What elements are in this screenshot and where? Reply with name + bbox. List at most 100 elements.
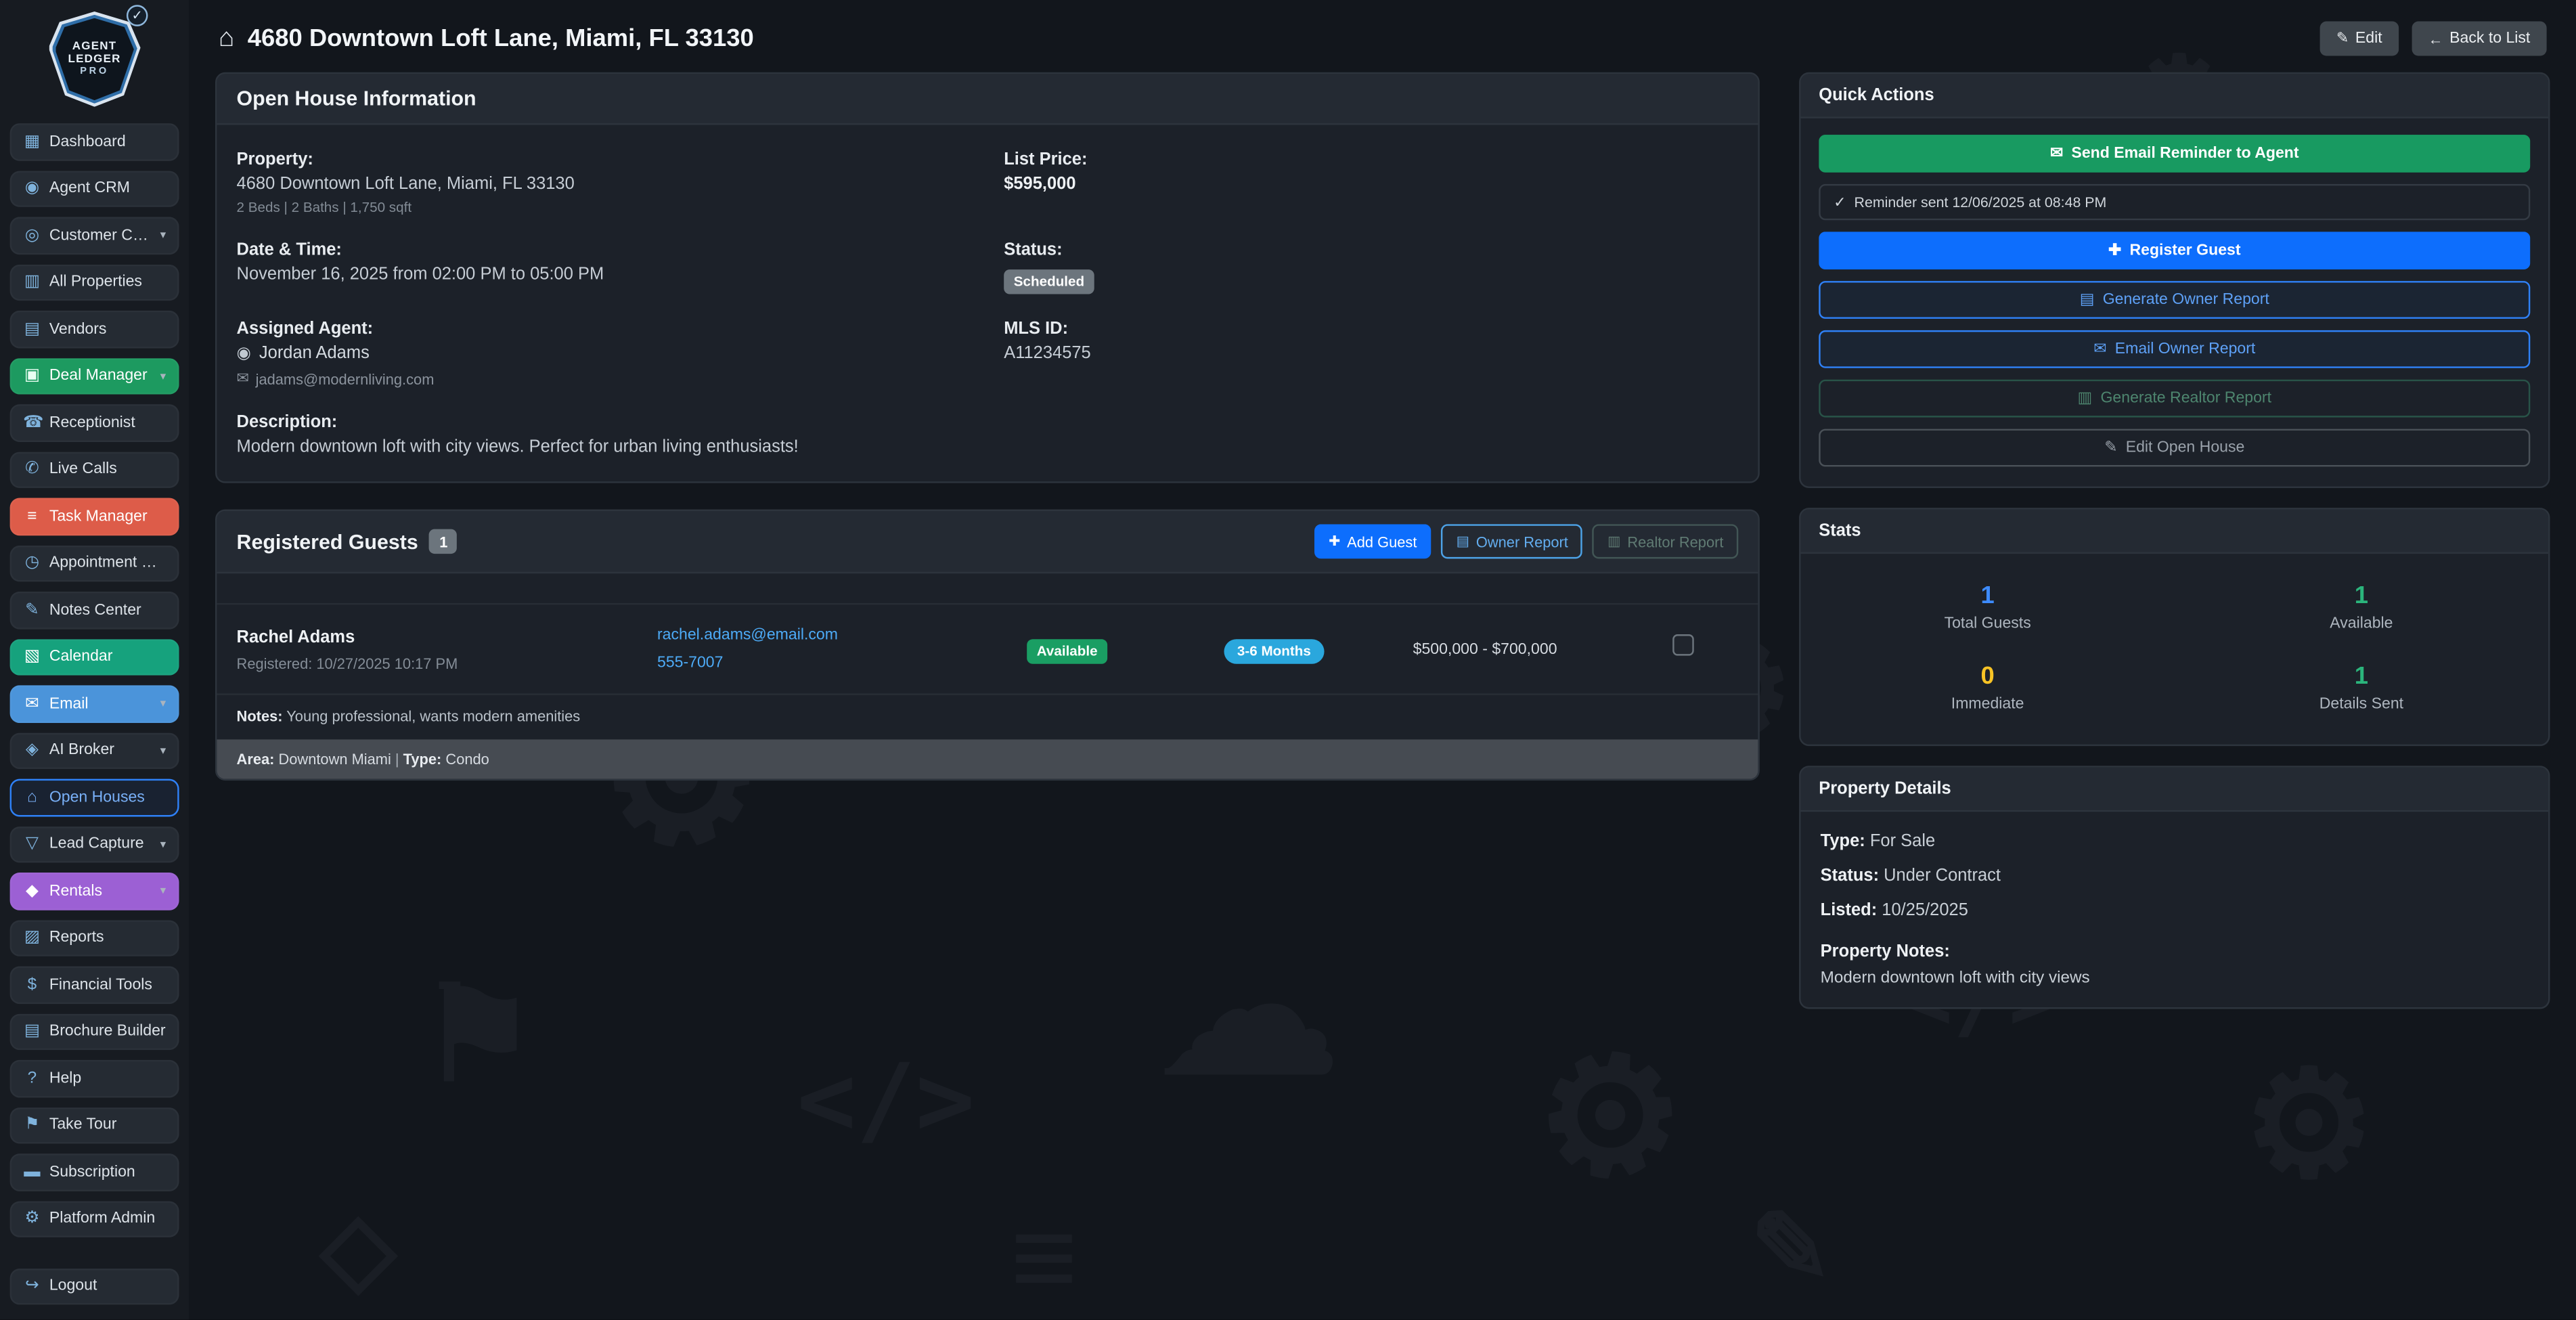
document-icon: ▤ (2080, 291, 2095, 309)
bell-icon: ✉ (2050, 145, 2063, 163)
edit-button[interactable]: ✎ Edit (2320, 22, 2399, 56)
sidebar-item-subscription[interactable]: ▬Subscription (10, 1153, 179, 1191)
field-label: Property: (237, 150, 971, 169)
sidebar-item-label: Rentals (49, 882, 152, 900)
chevron-down-icon: ▾ (160, 837, 166, 850)
person-plus-icon: ✚ (2108, 242, 2121, 260)
type-label: Type: (399, 751, 442, 767)
mls-block: MLS ID: A11234575 (1004, 319, 1738, 388)
field-label: Type: (1821, 831, 1865, 851)
guest-area-bar: Area: Downtown Miami | Type: Condo (217, 739, 1758, 778)
sidebar-item-calendar[interactable]: ▧Calendar (10, 638, 179, 676)
sidebar-item-customer-crm[interactable]: ◎Customer CRM▾ (10, 217, 179, 254)
stat-label: Details Sent (2181, 695, 2542, 713)
main-column: Open House Information Property: 4680 Do… (215, 72, 1760, 780)
sidebar-item-email[interactable]: ✉Email▾ (10, 685, 179, 722)
sidebar-item-deal-manager[interactable]: ▣Deal Manager▾ (10, 357, 179, 395)
sidebar-item-lead-capture[interactable]: ▽Lead Capture▾ (10, 826, 179, 863)
guest-phone-link[interactable]: 555-7007 (657, 654, 1027, 672)
guest-notes: Notes: Young professional, wants modern … (217, 693, 1758, 739)
property-meta: 2 Beds | 2 Baths | 1,750 sqft (237, 199, 971, 215)
card-icon: ▬ (23, 1163, 41, 1181)
shop-icon: ▤ (23, 320, 41, 338)
sidebar-item-label: Customer CRM (49, 226, 152, 244)
owner-report-button[interactable]: ▤ Owner Report (1442, 524, 1583, 558)
sidebar-item-label: Financial Tools (49, 975, 166, 994)
guest-checkbox[interactable] (1672, 634, 1694, 656)
main-area: ⚙</>☁✎◇⚙{ }⌂⚙</>☁↑⚙✎◇⚑</>☁⚙</>⚙◇≡✎⌂ ⌂ 46… (189, 0, 2576, 1319)
back-to-list-button[interactable]: ← Back to List (2412, 22, 2546, 56)
sidebar-item-platform-admin[interactable]: ⚙Platform Admin (10, 1200, 179, 1237)
property-address: 4680 Downtown Loft Lane, Miami, FL 33130 (237, 174, 971, 194)
guest-timeframe: 3-6 Months (1224, 634, 1413, 664)
stat-label: Immediate (1807, 695, 2168, 713)
doodle-gear-icon: ⚙ (1523, 1024, 1696, 1211)
field-label: MLS ID: (1004, 319, 1738, 338)
realtor-report-button[interactable]: ▥ Realtor Report (1593, 524, 1738, 558)
document-icon: ▤ (1457, 533, 1469, 551)
stat-value: 1 (1807, 581, 2168, 609)
button-label: Add Guest (1347, 533, 1417, 550)
sidebar-item-agent-crm[interactable]: ◉Agent CRM (10, 170, 179, 207)
sidebar-item-dashboard[interactable]: ▦Dashboard (10, 123, 179, 160)
generate-realtor-report-button[interactable]: ▥Generate Realtor Report (1819, 380, 2530, 418)
sidebar-item-receptionist[interactable]: ☎Receptionist (10, 404, 179, 441)
sidebar-item-label: AI Broker (49, 741, 152, 760)
house-icon: ⌂ (219, 24, 234, 53)
sidebar-item-notes-center[interactable]: ✎Notes Center (10, 592, 179, 629)
sidebar-item-logout[interactable]: ↪Logout (10, 1268, 179, 1305)
envelope-icon: ✉ (237, 370, 249, 388)
guest-registered: Registered: 10/27/2025 10:17 PM (237, 655, 657, 671)
register-guest-button[interactable]: ✚Register Guest (1819, 232, 2530, 269)
guest-email-link[interactable]: rachel.adams@email.com (657, 626, 1027, 644)
add-guest-button[interactable]: ✚ Add Guest (1314, 524, 1431, 558)
document-icon: ▤ (23, 1023, 41, 1041)
sidebar-item-all-properties[interactable]: ▥All Properties (10, 264, 179, 301)
sidebar-item-rentals[interactable]: ◆Rentals▾ (10, 873, 179, 910)
reminder-status-text: Reminder sent 12/06/2025 at 08:48 PM (1855, 194, 2107, 210)
sidebar-item-live-calls[interactable]: ✆Live Calls (10, 451, 179, 488)
sidebar-item-vendors[interactable]: ▤ Vendors (10, 311, 179, 348)
sidebar-logout-section: ↪Logout (0, 1268, 189, 1319)
field-value: For Sale (1865, 831, 1935, 851)
reminder-status: ✓Reminder sent 12/06/2025 at 08:48 PM (1819, 184, 2530, 220)
sidebar-item-label: Email (49, 695, 152, 713)
sidebar-item-task-manager[interactable]: ≡Task Manager (10, 498, 179, 535)
person-plus-icon: ✚ (1329, 533, 1340, 551)
sidebar-item-label: Help (49, 1070, 166, 1088)
sidebar-item-appointment-ce[interactable]: ◷Appointment Ce... (10, 545, 179, 582)
sidebar-item-help[interactable]: ?Help (10, 1060, 179, 1097)
datetime-block: Date & Time: November 16, 2025 from 02:0… (237, 240, 971, 294)
sidebar-item-label: Vendors (49, 320, 166, 338)
sidebar-item-brochure-builder[interactable]: ▤Brochure Builder (10, 1013, 179, 1051)
flag-icon: ⚑ (23, 1116, 41, 1135)
send-email-reminder-to-agent-button[interactable]: ✉Send Email Reminder to Agent (1819, 135, 2530, 173)
sidebar-item-label: Open Houses (49, 789, 166, 807)
app-logo: AGENT LEDGER PRO ✓ (0, 0, 189, 116)
logo-text: AGENT (72, 41, 117, 53)
pencil-icon: ✎ (2336, 30, 2349, 48)
doodle-gear-icon: ⚙ (2243, 1052, 2376, 1200)
button-label: Back to List (2449, 30, 2530, 48)
generate-owner-report-button[interactable]: ▤Generate Owner Report (1819, 281, 2530, 319)
guest-price-range: $500,000 - $700,000 (1413, 640, 1673, 659)
guest-availability: Available (1027, 634, 1224, 664)
registered-guests-card: Registered Guests 1 ✚ Add Guest ▤ (215, 510, 1760, 781)
button-label: Edit Open House (2126, 439, 2245, 457)
sidebar-item-open-houses[interactable]: ⌂Open Houses (10, 779, 179, 816)
quick-actions-card: Quick Actions ✉Send Email Reminder to Ag… (1799, 72, 2550, 488)
sidebar-item-reports[interactable]: ▨Reports (10, 919, 179, 956)
header-actions: ✎ Edit ← Back to List (2320, 22, 2547, 56)
sidebar-item-label: Appointment Ce... (49, 554, 166, 573)
sidebar-item-label: Platform Admin (49, 1210, 166, 1228)
edit-open-house-button[interactable]: ✎Edit Open House (1819, 429, 2530, 467)
sidebar-item-take-tour[interactable]: ⚑Take Tour (10, 1107, 179, 1144)
sidebar-item-financial-tools[interactable]: $Financial Tools (10, 966, 179, 1003)
tasks-icon: ≡ (23, 507, 41, 525)
property-notes-text: Modern downtown loft with city views (1821, 969, 2529, 988)
guest-select (1672, 634, 1738, 664)
email-owner-report-button[interactable]: ✉Email Owner Report (1819, 330, 2530, 368)
sidebar-item-ai-broker[interactable]: ◈AI Broker▾ (10, 732, 179, 769)
property-details-card: Property Details Type: For SaleStatus: U… (1799, 766, 2550, 1009)
status-badge: Scheduled (1004, 269, 1094, 293)
